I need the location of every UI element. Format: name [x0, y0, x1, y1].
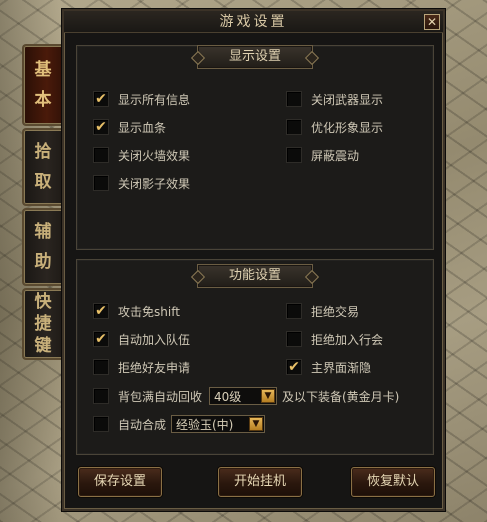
option-show-all-info[interactable]: ✔ 显示所有信息 — [93, 90, 190, 108]
tab-assist-char-1: 辅 — [34, 222, 52, 242]
option-refuse-friend[interactable]: 拒绝好友申请 — [93, 358, 190, 376]
recycle-level-dropdown[interactable]: 40级 ▼ — [209, 387, 277, 405]
dropdown-arrow-icon[interactable]: ▼ — [261, 389, 275, 403]
checkbox[interactable] — [286, 303, 302, 319]
dropdown-arrow-icon[interactable]: ▼ — [249, 417, 263, 431]
checkbox[interactable]: ✔ — [93, 119, 109, 135]
checkbox[interactable]: ✔ — [93, 331, 109, 347]
option-refuse-trade[interactable]: 拒绝交易 — [286, 302, 359, 320]
option-label: 关闭火墙效果 — [118, 148, 191, 163]
checkbox[interactable] — [286, 91, 302, 107]
option-refuse-guild[interactable]: 拒绝加入行会 — [286, 330, 383, 348]
option-label: 拒绝交易 — [311, 304, 360, 319]
function-settings-header: 功能设置 — [197, 264, 313, 288]
combine-item-value: 经验玉(中) — [176, 417, 234, 432]
option-auto-recycle[interactable]: 背包满自动回收 — [93, 387, 202, 405]
tab-basic[interactable]: 基 本 — [22, 44, 62, 126]
option-label: 自动合成 — [118, 417, 167, 432]
function-settings-panel: 功能设置 ✔ 攻击免shift 拒绝交易 ✔ 自动加入队伍 拒绝加入行会 拒绝好… — [76, 259, 434, 455]
display-settings-panel: 显示设置 ✔ 显示所有信息 关闭武器显示 ✔ 显示血条 优化形象显示 关闭火墙效… — [76, 45, 434, 250]
option-label: 背包满自动回收 — [118, 389, 203, 404]
option-label: 自动加入队伍 — [118, 332, 191, 347]
checkbox[interactable]: ✔ — [286, 359, 302, 375]
option-label: 攻击免shift — [118, 304, 180, 319]
checkbox[interactable]: ✔ — [93, 303, 109, 319]
tab-assist-char-2: 助 — [34, 252, 52, 272]
check-icon: ✔ — [95, 119, 107, 135]
tab-pickup-char-2: 取 — [34, 172, 52, 192]
close-button[interactable]: ✕ — [424, 14, 440, 30]
tab-basic-char-1: 基 — [34, 60, 52, 80]
option-label: 优化形象显示 — [311, 120, 384, 135]
option-label: 主界面渐隐 — [311, 360, 372, 375]
restore-defaults-button[interactable]: 恢复默认 — [351, 467, 435, 497]
option-label: 显示血条 — [118, 120, 167, 135]
option-label: 显示所有信息 — [118, 92, 191, 107]
checkbox[interactable] — [286, 331, 302, 347]
option-attack-no-shift[interactable]: ✔ 攻击免shift — [93, 302, 180, 320]
save-settings-button[interactable]: 保存设置 — [78, 467, 162, 497]
option-disable-shake[interactable]: 屏蔽震动 — [286, 146, 359, 164]
checkbox[interactable] — [93, 359, 109, 375]
checkbox[interactable] — [93, 388, 109, 404]
tab-basic-char-2: 本 — [34, 90, 52, 110]
option-label: 拒绝加入行会 — [311, 332, 384, 347]
game-settings-window: 游戏设置 ✕ 显示设置 ✔ 显示所有信息 关闭武器显示 ✔ 显示血条 优化形象显… — [62, 9, 445, 511]
title-bar[interactable]: 游戏设置 ✕ — [64, 11, 443, 33]
close-icon: ✕ — [426, 15, 438, 29]
checkbox[interactable] — [286, 119, 302, 135]
check-icon: ✔ — [95, 331, 107, 347]
tab-hotkeys-char-3: 键 — [34, 336, 52, 356]
option-auto-join-team[interactable]: ✔ 自动加入队伍 — [93, 330, 190, 348]
option-show-hp-bar[interactable]: ✔ 显示血条 — [93, 118, 166, 136]
checkbox[interactable] — [93, 416, 109, 432]
option-label: 拒绝好友申请 — [118, 360, 191, 375]
recycle-level-value: 40级 — [214, 389, 242, 404]
tab-hotkeys[interactable]: 快 捷 键 — [22, 288, 62, 360]
checkbox[interactable] — [93, 147, 109, 163]
tab-hotkeys-char-2: 捷 — [34, 314, 52, 334]
check-icon: ✔ — [95, 303, 107, 319]
start-auto-battle-button[interactable]: 开始挂机 — [218, 467, 302, 497]
combine-item-dropdown[interactable]: 经验玉(中) ▼ — [171, 415, 265, 433]
option-label: 关闭影子效果 — [118, 176, 191, 191]
recycle-suffix-text: 及以下装备(黄金月卡) — [282, 390, 400, 404]
tab-pickup-char-1: 拾 — [34, 142, 52, 162]
checkbox[interactable]: ✔ — [93, 91, 109, 107]
check-icon: ✔ — [95, 91, 107, 107]
window-title: 游戏设置 — [219, 14, 288, 30]
option-main-ui-fade[interactable]: ✔ 主界面渐隐 — [286, 358, 371, 376]
tab-pickup[interactable]: 拾 取 — [22, 128, 62, 206]
tab-hotkeys-char-1: 快 — [34, 292, 52, 312]
option-disable-firewall-effect[interactable]: 关闭火墙效果 — [93, 146, 190, 164]
option-label: 关闭武器显示 — [311, 92, 384, 107]
option-label: 屏蔽震动 — [311, 148, 360, 163]
option-optimize-appearance[interactable]: 优化形象显示 — [286, 118, 383, 136]
checkbox[interactable] — [93, 175, 109, 191]
option-hide-weapon[interactable]: 关闭武器显示 — [286, 90, 383, 108]
tab-assist[interactable]: 辅 助 — [22, 208, 62, 286]
checkbox[interactable] — [286, 147, 302, 163]
check-icon: ✔ — [288, 359, 300, 375]
option-disable-shadow[interactable]: 关闭影子效果 — [93, 174, 190, 192]
display-settings-header: 显示设置 — [197, 45, 313, 69]
option-auto-combine[interactable]: 自动合成 — [93, 415, 166, 433]
